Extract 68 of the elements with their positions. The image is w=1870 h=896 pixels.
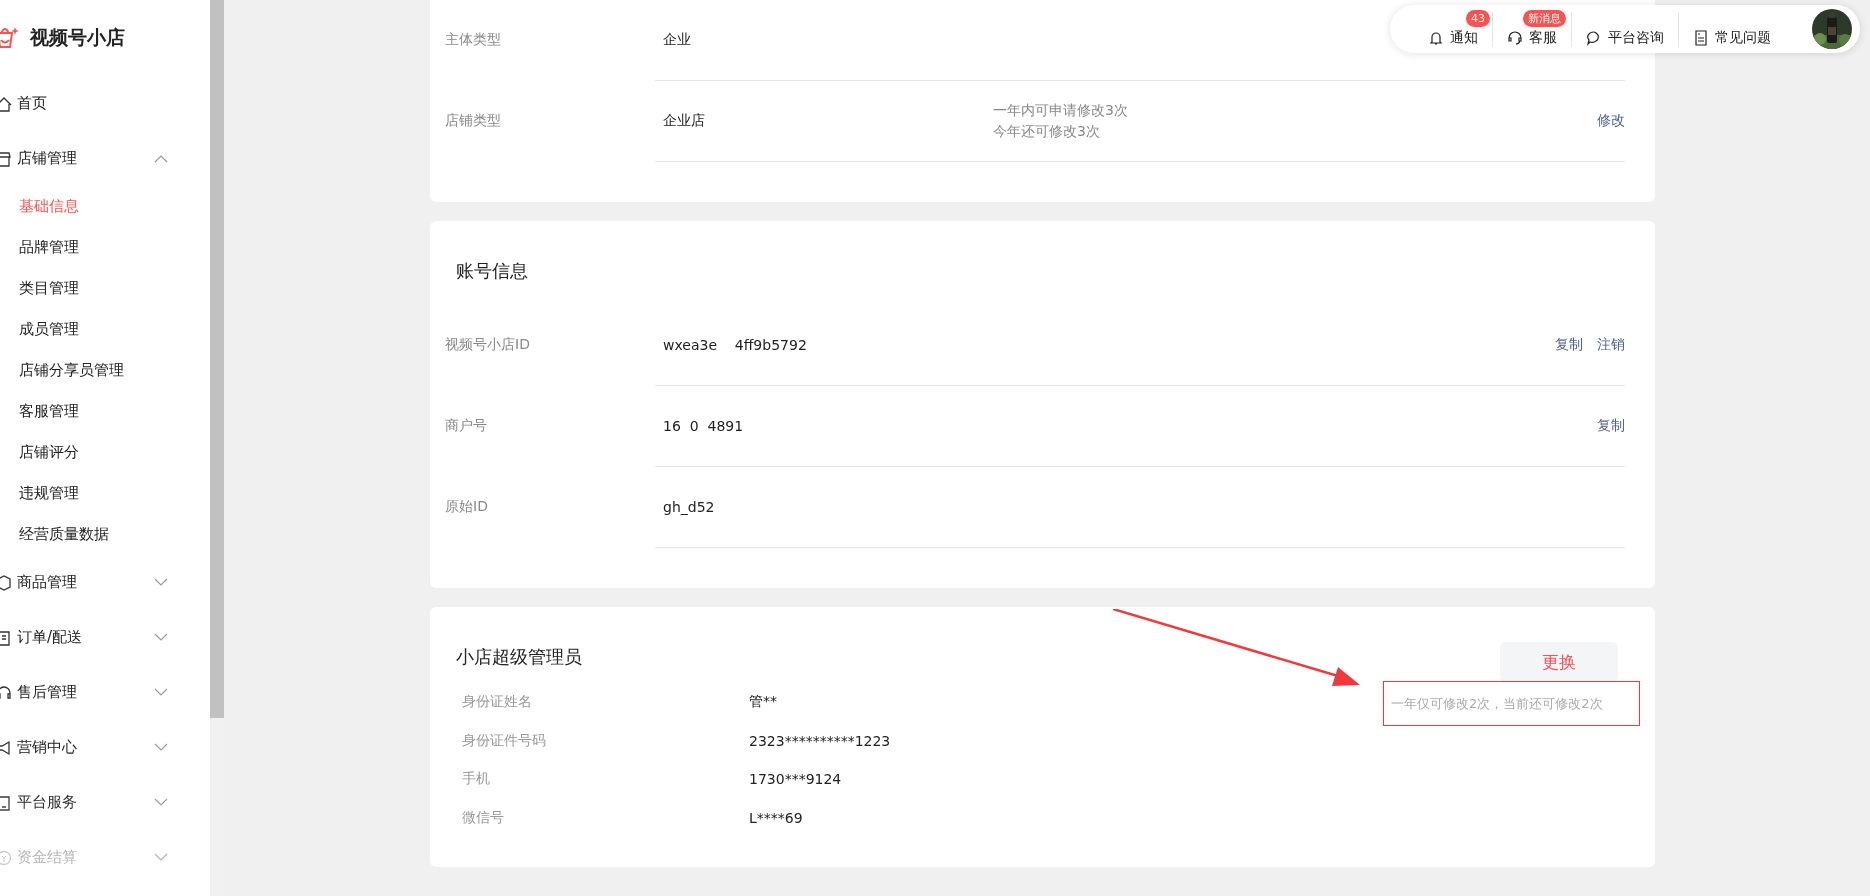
card-title: 小店超级管理员 [456, 645, 582, 669]
megaphone-icon [0, 739, 12, 756]
chevron-icon [154, 743, 168, 752]
action-link[interactable]: 复制 [1597, 417, 1625, 435]
topbar-link[interactable]: 常见问题 [1678, 11, 1785, 47]
notification-badge: 新消息 [1523, 9, 1566, 27]
headset-icon [1507, 29, 1523, 46]
topbar-link[interactable]: 平台咨询 [1571, 11, 1678, 47]
field-label: 视频号小店ID [445, 336, 531, 354]
field-value: 2323**********1223 [748, 732, 892, 749]
chevron-icon [154, 633, 168, 642]
field-value: 1730***9124 [748, 771, 843, 788]
action-link[interactable]: 修改 [1597, 112, 1625, 130]
hint-text: 一年内可申请修改3次 今年还可修改3次 [993, 102, 1128, 139]
clipboard-icon [0, 629, 12, 646]
field-label: 商户号 [445, 417, 488, 435]
action-link[interactable]: 注销 [1597, 336, 1625, 354]
chevron-icon [154, 798, 168, 807]
field-value: wxea3e 4ff9b5792 [662, 337, 808, 353]
nav-subitem[interactable]: 品牌管理 [0, 227, 79, 268]
coin-icon [0, 849, 12, 866]
nav-item[interactable]: 售后管理 [0, 665, 210, 720]
nav-item[interactable]: 订单/配送 [0, 610, 210, 665]
chevron-icon [154, 853, 168, 862]
headset-icon [0, 684, 12, 701]
topbar-link[interactable]: 新消息 客服 [1492, 11, 1571, 47]
field-label: 身份证件号码 [462, 731, 547, 750]
field-value: 企业店 [662, 112, 706, 130]
field-label: 店铺类型 [445, 112, 502, 130]
nav-subitem[interactable]: 店铺评分 [0, 432, 79, 473]
home-icon [0, 95, 12, 112]
app-title: 视频号小店 [30, 25, 125, 50]
chevron-icon [154, 578, 168, 587]
field-label: 手机 [462, 770, 491, 789]
box-icon [0, 574, 12, 591]
scrollbar-thumb[interactable] [210, 0, 224, 718]
nav-item[interactable]: 营销中心 [0, 720, 210, 775]
nav-subitem[interactable]: 类目管理 [0, 268, 79, 309]
topbar-link[interactable]: 43 通知 [1414, 11, 1492, 47]
nav-subitem[interactable]: 客服管理 [0, 391, 79, 432]
field-value: gh_d52 [662, 499, 716, 515]
field-label: 原始ID [445, 498, 489, 516]
field-value: 企业 [662, 31, 692, 49]
nav-subitem[interactable]: 违规管理 [0, 473, 79, 514]
field-label: 微信号 [462, 808, 505, 827]
action-link[interactable]: 复制 [1555, 336, 1583, 354]
document-icon [1693, 29, 1709, 46]
card-title: 账号信息 [456, 259, 528, 283]
nav-subitem[interactable]: 经营质量数据 [0, 514, 109, 555]
nav-item[interactable]: 商品管理 [0, 555, 210, 610]
field-value: 16 0 4891 [662, 418, 745, 434]
nav-item[interactable]: 店铺管理 [0, 131, 210, 186]
field-label: 身份证姓名 [462, 693, 533, 712]
chevron-icon [154, 154, 168, 163]
shop-logo-icon [0, 25, 20, 51]
chat-bubble-icon [1586, 29, 1602, 46]
nav-item[interactable]: 平台服务 [0, 775, 210, 830]
document-icon [0, 794, 12, 811]
nav-subitem[interactable]: 成员管理 [0, 309, 79, 350]
nav-subitem[interactable]: 店铺分享员管理 [0, 350, 124, 391]
bell-icon [1428, 29, 1444, 46]
field-label: 主体类型 [445, 31, 502, 49]
nav-item[interactable]: 首页 [0, 76, 210, 131]
shop-icon [0, 150, 12, 167]
chevron-icon [154, 688, 168, 697]
field-value: L****69 [748, 809, 804, 826]
notification-badge: 43 [1466, 9, 1490, 27]
field-value: 管** [748, 693, 778, 712]
